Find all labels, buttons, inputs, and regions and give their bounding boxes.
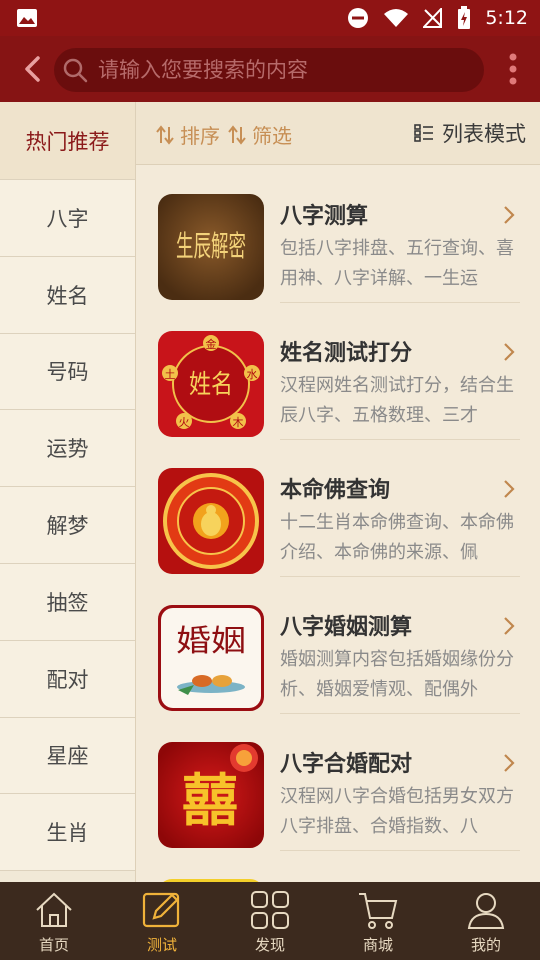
item-title: 本命佛查询 <box>280 478 391 503</box>
svg-text:水: 水 <box>247 368 258 381</box>
sidebar-item-label: 热门推荐 <box>25 129 110 154</box>
no-signal-icon <box>423 8 443 28</box>
marriage-thumbnail: 婚姻 <box>158 605 264 711</box>
tab-label: 测试 <box>146 936 177 954</box>
sidebar-item-label: 八字 <box>46 206 89 231</box>
item-description: 包括八字排盘、五行查询、喜用神、八字详解、一生运 <box>280 238 514 289</box>
sidebar-item-dream[interactable]: 解梦 <box>0 487 135 564</box>
gallery-icon <box>17 9 37 27</box>
list-mode-label: 列表模式 <box>442 122 526 146</box>
sidebar-item-zodiac[interactable]: 生肖 <box>0 794 135 872</box>
sidebar-item-label: 配对 <box>46 667 89 692</box>
filter-label: 筛选 <box>252 124 292 148</box>
sidebar-item-label: 运势 <box>46 437 89 462</box>
bottom-tab-bar: 首页 测试 发现 商城 我的 <box>0 882 540 960</box>
item-description: 汉程网八字合婚包括男女双方八字排盘、合婚指数、八 <box>280 786 514 837</box>
sidebar-item-label: 解梦 <box>46 514 89 539</box>
sort-button[interactable]: 排序 <box>156 120 220 149</box>
sidebar-item-name[interactable]: 姓名 <box>0 256 135 334</box>
list-item[interactable]: 本命佛查询 十二生肖本命佛查询、本命佛介绍、本命佛的来源、佩 <box>136 440 540 577</box>
thumb-label: 生辰解密 <box>176 229 246 263</box>
sidebar-item-match[interactable]: 配对 <box>0 640 135 718</box>
list-item[interactable]: 囍 八字合婚配对 汉程网八字合婚包括男女双方八字排盘、合婚指数、八 <box>136 714 540 851</box>
list-item[interactable]: 婚姻 八字婚姻测算 婚姻测算内容包括婚姻缘份分析、婚姻爱情观、配偶外 <box>136 577 540 714</box>
thumb-label: 姓名 <box>189 370 233 400</box>
name-test-thumbnail: 姓名 金 水 木 火 土 <box>158 331 264 437</box>
battery-charging-icon <box>458 6 471 29</box>
svg-text:土: 土 <box>165 368 176 381</box>
sidebar-item-label: 姓名 <box>46 283 89 308</box>
chevron-right-icon <box>504 343 515 361</box>
tab-label: 商城 <box>362 936 393 954</box>
back-arrow-icon[interactable] <box>18 50 48 88</box>
cart-icon <box>359 893 398 929</box>
category-sidebar: 热门推荐 八字 姓名 号码 运势 解梦 抽签 配对 星座 生肖 <box>0 102 136 882</box>
item-description: 婚姻测算内容包括婚姻缘份分析、婚姻爱情观、配偶外 <box>280 649 514 700</box>
user-icon <box>467 893 505 929</box>
home-icon <box>36 892 72 927</box>
item-description: 汉程网姓名测试打分，结合生辰八字、五格数理、三才 <box>280 375 514 426</box>
filter-bar: 排序 筛选 列表模式 <box>136 102 540 165</box>
chevron-right-icon <box>504 206 515 224</box>
tab-label: 我的 <box>470 936 501 954</box>
service-list: 生辰解密 八字测算 包括八字排盘、五行查询、喜用神、八字详解、一生运 姓名 金 … <box>136 166 540 882</box>
sidebar-item-label: 号码 <box>46 360 89 385</box>
dnd-icon <box>348 8 369 28</box>
tab-label: 发现 <box>254 936 285 954</box>
more-menu-icon[interactable] <box>506 52 520 86</box>
grid-icon <box>251 891 289 929</box>
thumb-label: 囍 <box>182 768 238 834</box>
sort-icon <box>156 124 174 145</box>
sidebar-item-bazi[interactable]: 八字 <box>0 180 135 257</box>
tab-home[interactable]: 首页 <box>0 882 108 960</box>
tab-shop[interactable]: 商城 <box>324 882 432 960</box>
search-icon <box>63 58 88 83</box>
double-happiness-thumbnail: 囍 <box>158 742 264 848</box>
svg-text:金: 金 <box>206 337 217 351</box>
app-header <box>0 36 540 102</box>
search-input[interactable] <box>98 48 478 92</box>
bazi-thumbnail: 生辰解密 <box>158 194 264 300</box>
tab-label: 首页 <box>38 936 69 954</box>
svg-text:火: 火 <box>179 416 190 429</box>
tab-profile[interactable]: 我的 <box>432 882 540 960</box>
sidebar-item-constellation[interactable]: 星座 <box>0 717 135 795</box>
list-item[interactable]: 生辰解密 八字测算 包括八字排盘、五行查询、喜用神、八字详解、一生运 <box>136 166 540 303</box>
list-mode-button[interactable]: 列表模式 <box>414 118 526 148</box>
sidebar-item-fortune[interactable]: 运势 <box>0 410 135 488</box>
item-title: 八字测算 <box>280 204 369 229</box>
sidebar-item-lot[interactable]: 抽签 <box>0 563 135 641</box>
svg-text:木: 木 <box>233 416 244 429</box>
filter-icon <box>228 124 246 145</box>
sidebar-item-number[interactable]: 号码 <box>0 333 135 411</box>
status-bar: 5:12 <box>0 0 540 36</box>
list-item[interactable]: 姓名 金 水 木 火 土 姓名测试打分 汉程网姓名测试打分，结合生辰八字、五格数… <box>136 303 540 440</box>
sidebar-item-label: 抽签 <box>46 590 89 615</box>
item-title: 八字合婚配对 <box>280 752 413 777</box>
filter-button[interactable]: 筛选 <box>228 120 292 149</box>
tab-test[interactable]: 测试 <box>108 882 216 960</box>
list-icon <box>414 124 433 142</box>
thumb-label: 婚姻 <box>176 624 246 659</box>
item-description: 十二生肖本命佛查询、本命佛介绍、本命佛的来源、佩 <box>280 512 514 563</box>
buddha-wheel-thumbnail <box>158 468 264 574</box>
sort-label: 排序 <box>180 124 220 148</box>
tab-discover[interactable]: 发现 <box>216 882 324 960</box>
wifi-icon <box>384 9 409 27</box>
chevron-right-icon <box>504 617 515 635</box>
sidebar-item-hot[interactable]: 热门推荐 <box>0 102 135 180</box>
list-item[interactable] <box>136 851 540 882</box>
search-box[interactable] <box>54 48 484 92</box>
status-time: 5:12 <box>485 7 528 29</box>
edit-icon <box>142 892 180 928</box>
chevron-right-icon <box>504 480 515 498</box>
item-title: 姓名测试打分 <box>280 341 413 366</box>
chevron-right-icon <box>504 754 515 772</box>
item-title: 八字婚姻测算 <box>280 615 413 640</box>
sidebar-item-label: 星座 <box>46 744 89 769</box>
sidebar-item-label: 生肖 <box>46 821 89 846</box>
